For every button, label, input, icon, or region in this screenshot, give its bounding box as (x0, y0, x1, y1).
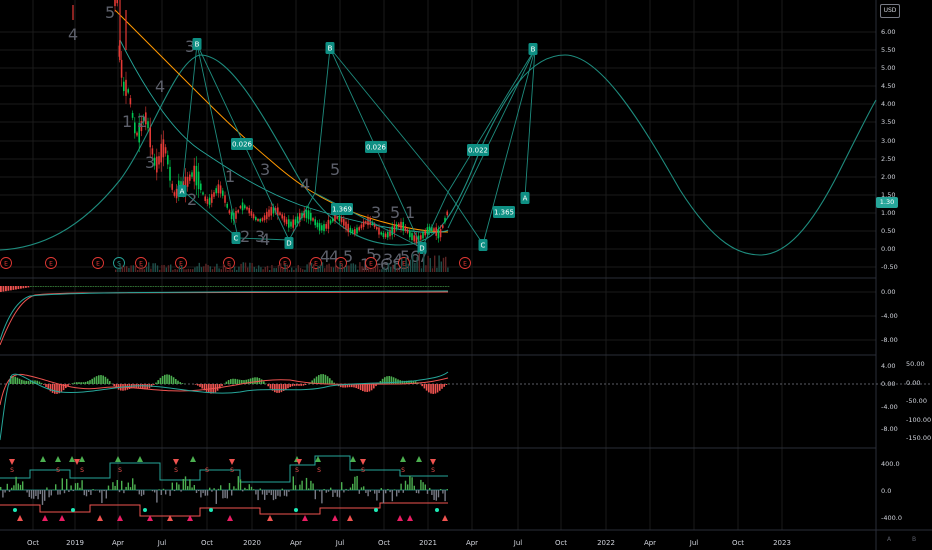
price-tick-label: 2.50 (881, 155, 895, 163)
signal-tag: S (431, 467, 435, 474)
pattern-label-text: 0.026 (232, 141, 253, 149)
pane3-tick-label: 0.00 (881, 380, 895, 388)
signal-tag: S (401, 467, 405, 474)
pattern-label-text: 0.026 (366, 144, 387, 152)
price-tick-label: 1.00 (881, 209, 895, 217)
pattern-label-text: 0.022 (468, 147, 488, 155)
wave-count-digit: 2 (137, 112, 147, 131)
earnings-marker-text: E (369, 261, 373, 268)
signal-tag: S (56, 467, 60, 474)
time-tick-label: Apr (112, 539, 124, 547)
time-tick-label: Oct (555, 539, 567, 547)
price-tick-label: 4.50 (881, 82, 895, 90)
wave-count-digit: 1 (122, 112, 132, 131)
time-tick-label: Jul (689, 539, 699, 547)
time-tick-label: Apr (644, 539, 656, 547)
wave-count-digit: 5 (390, 203, 400, 222)
price-tick-label: 4.00 (881, 100, 895, 108)
auto-scale-button[interactable]: A (887, 536, 891, 543)
pattern-label-text: C (481, 242, 486, 250)
price-tick-label: 3.50 (881, 118, 895, 126)
pane4-tick-label: 400.0 (881, 460, 900, 468)
pattern-label-text: A (523, 195, 528, 203)
signal-tag: S (317, 467, 321, 474)
signal-tag: S (80, 467, 84, 474)
earnings-marker-text: E (96, 261, 100, 268)
pane4-tick-label: 0.0 (881, 487, 891, 495)
pattern-label-text: B (195, 41, 200, 49)
wave-count-digit: 1 (225, 167, 235, 186)
pattern-label-text: 1.365 (494, 209, 514, 217)
pane3-right-tick-label: -50.00 (906, 397, 927, 405)
wave-count-digit: 4 (155, 77, 165, 96)
time-tick-label: 2019 (66, 539, 84, 547)
pane3-tick-label: -8.00 (881, 425, 898, 433)
pattern-label-text: C (234, 235, 239, 243)
time-tick-label: Apr (466, 539, 478, 547)
wave-count-digit: 4 (260, 230, 270, 249)
time-tick-label: Jul (513, 539, 523, 547)
wave-count-digit: 5 (330, 160, 340, 179)
price-tick-label: 2.00 (881, 173, 895, 181)
time-tick-label: Jul (335, 539, 345, 547)
signal-tag: S (174, 467, 178, 474)
wave-count-digit: 1 (405, 203, 415, 222)
pane3-right-tick-label: -100.00 (906, 416, 931, 424)
pane3-right-tick-label: 0.00 (906, 379, 920, 387)
wave-count-digit: 2 (187, 190, 197, 209)
pattern-label-text: A (180, 188, 185, 196)
log-scale-button[interactable]: B (912, 536, 916, 543)
time-tick-label: 2021 (419, 539, 437, 547)
pattern-label-text: 1.369 (332, 206, 352, 214)
signal-tag: S (205, 467, 209, 474)
earnings-marker-text: E (49, 261, 53, 268)
wave-count-digit: 5 (105, 3, 115, 22)
pane3-tick-label: -4.00 (881, 403, 898, 411)
pattern-label-text: B (328, 45, 333, 53)
price-tick-label: 3.00 (881, 137, 895, 145)
pane2-tick-label: -8.00 (881, 336, 898, 344)
price-tick-label: 0.00 (881, 245, 895, 253)
pattern-label-text: B (531, 46, 536, 54)
pane4-tick-label: -400.0 (881, 514, 902, 522)
signal-tag: S (10, 467, 14, 474)
wave-count-digit: 3 (145, 153, 155, 172)
time-tick-label: 2020 (243, 539, 261, 547)
wave-count-digit: 3 (371, 203, 381, 222)
pattern-label-text: D (419, 245, 424, 253)
signal-tag: S (295, 467, 299, 474)
price-tick-label: 0.50 (881, 227, 895, 235)
pane2-tick-label: -4.00 (881, 312, 898, 320)
time-tick-label: Oct (732, 539, 744, 547)
price-tick-label: -0.50 (881, 263, 898, 271)
pane3-right-tick-label: -150.00 (906, 434, 931, 442)
wave-count-digit: 4 (300, 175, 310, 194)
wave-count-digit: 3 (260, 160, 270, 179)
pane3-tick-label: 4.00 (881, 362, 895, 370)
time-tick-label: Oct (27, 539, 39, 547)
currency-label[interactable]: USD (880, 4, 900, 18)
signal-tag: S (361, 467, 365, 474)
earnings-marker-text: E (463, 261, 467, 268)
time-tick-label: 2022 (597, 539, 615, 547)
price-tick-label: 6.00 (881, 28, 895, 36)
signal-tag: S (118, 467, 122, 474)
price-tick-label: 5.50 (881, 46, 895, 54)
time-tick-label: 2023 (773, 539, 791, 547)
last-price-tag: 1.30 (876, 197, 898, 208)
time-tick-label: Jul (157, 539, 167, 547)
time-tick-label: Apr (290, 539, 302, 547)
time-tick-label: Oct (378, 539, 390, 547)
wave-count-digit: 2 (240, 227, 250, 246)
chart-background (0, 0, 932, 550)
wave-count-digit: 4 (68, 25, 78, 44)
pattern-label-text: D (286, 240, 291, 248)
pane3-right-tick-label: 50.00 (906, 360, 925, 368)
pane2-tick-label: 0.00 (881, 288, 895, 296)
price-tick-label: 5.00 (881, 64, 895, 72)
time-tick-label: Oct (201, 539, 213, 547)
signal-tag: S (230, 467, 234, 474)
chart-canvas[interactable]: 5434123123453512345412345684567 0.0260.0… (0, 0, 932, 550)
earnings-marker-text: E (4, 261, 8, 268)
